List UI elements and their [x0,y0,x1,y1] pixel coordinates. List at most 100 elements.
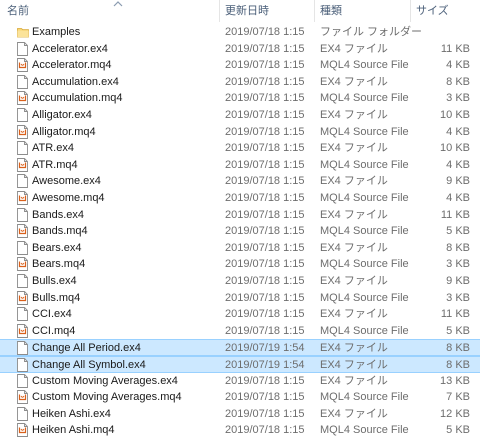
sort-ascending-icon [113,1,123,7]
file-name: Awesome.ex4 [32,175,101,188]
file-row[interactable]: Bands.mq4 2019/07/18 1:15 MQL4 Source File… [0,223,480,240]
file-type: EX4 ファイル [320,175,388,188]
file-modified: 2019/07/18 1:15 [225,407,305,420]
mq4-file-icon [17,323,28,338]
file-size: 11 KB [440,208,470,221]
file-row[interactable]: Alligator.ex4 2019/07/18 1:15 EX4 ファイル 10 K… [0,107,480,124]
file-icon [17,74,28,89]
file-type: MQL4 Source File [320,291,409,304]
file-size: 13 KB [440,374,470,387]
mq4-file-icon [17,224,28,239]
file-name: Bands.mq4 [32,225,88,238]
mq4-file-icon [17,157,28,172]
file-row[interactable]: Accelerator.ex4 2019/07/18 1:15 EX4 ファイル 11… [0,41,480,58]
file-type: EX4 ファイル [320,42,388,55]
file-modified: 2019/07/18 1:15 [225,175,305,188]
file-name: Heiken Ashi.mq4 [32,424,115,437]
file-modified: 2019/07/19 1:54 [225,359,305,371]
file-row[interactable]: Bulls.mq4 2019/07/18 1:15 MQL4 Source File… [0,290,480,307]
file-row[interactable]: Bulls.ex4 2019/07/18 1:15 EX4 ファイル 9 KB [0,273,480,290]
file-type: MQL4 Source File [320,391,409,404]
file-row[interactable]: Alligator.mq4 2019/07/18 1:15 MQL4 Source … [0,124,480,141]
file-size: 11 KB [440,308,470,321]
file-row[interactable]: Heiken Ashi.mq4 2019/07/18 1:15 MQL4 Sourc… [0,422,480,439]
column-divider[interactable] [410,0,411,22]
file-row[interactable]: Heiken Ashi.ex4 2019/07/18 1:15 EX4 ファイル 12… [0,406,480,423]
file-row[interactable]: Bears.ex4 2019/07/18 1:15 EX4 ファイル 8 KB [0,240,480,257]
file-row[interactable]: Custom Moving Averages.mq4 2019/07/18 1:1… [0,389,480,406]
column-header: 名前 更新日時 種類 サイズ [0,0,480,22]
file-type: MQL4 Source File [320,424,409,437]
file-size: 4 KB [446,125,470,138]
file-row[interactable]: Bands.ex4 2019/07/18 1:15 EX4 ファイル 11 KB [0,207,480,224]
file-row[interactable]: CCI.mq4 2019/07/18 1:15 MQL4 Source File 5 … [0,323,480,340]
file-type: EX4 ファイル [320,308,388,321]
file-modified: 2019/07/18 1:15 [225,225,305,238]
file-row[interactable]: Accumulation.ex4 2019/07/18 1:15 EX4 ファイル 8… [0,74,480,91]
file-size: 10 KB [440,142,470,155]
file-size: 10 KB [440,109,470,121]
file-row[interactable]: Awesome.ex4 2019/07/18 1:15 EX4 ファイル 9 KB [0,173,480,190]
column-header-type[interactable]: 種類 [320,0,342,22]
file-row[interactable]: CCI.ex4 2019/07/18 1:15 EX4 ファイル 11 KB [0,306,480,323]
file-type: EX4 ファイル [320,109,388,121]
file-icon [17,141,28,156]
file-row[interactable]: Custom Moving Averages.ex4 2019/07/18 1:1… [0,373,480,390]
file-row[interactable]: Accumulation.mq4 2019/07/18 1:15 MQL4 Sour… [0,90,480,107]
folder-row[interactable]: Examples 2019/07/18 1:15 ファイル フォルダー [0,24,480,41]
column-header-name[interactable]: 名前 [7,0,29,22]
column-divider[interactable] [314,0,315,22]
column-header-modified[interactable]: 更新日時 [225,0,269,22]
file-type: MQL4 Source File [320,125,409,138]
file-modified: 2019/07/18 1:15 [225,208,305,221]
file-type: MQL4 Source File [320,225,409,238]
file-type: EX4 ファイル [320,142,388,155]
file-icon [17,307,28,322]
file-icon [17,274,28,288]
file-type: MQL4 Source File [320,258,409,271]
file-name: Awesome.mq4 [32,192,105,204]
file-name: Accelerator.ex4 [32,42,108,55]
column-divider[interactable] [219,0,220,22]
file-type: EX4 ファイル [320,342,388,355]
file-size: 8 KB [446,359,470,371]
file-size: 3 KB [446,258,470,271]
file-modified: 2019/07/18 1:15 [225,125,305,138]
file-row[interactable]: Change All Symbol.ex4 2019/07/19 1:54 EX4 … [0,356,480,373]
file-modified: 2019/07/18 1:15 [225,275,305,287]
file-row[interactable]: Awesome.mq4 2019/07/18 1:15 MQL4 Source Fi… [0,190,480,207]
file-name: Accelerator.mq4 [32,59,112,72]
file-row[interactable]: Accelerator.mq4 2019/07/18 1:15 MQL4 Sourc… [0,57,480,74]
file-size: 5 KB [446,324,470,337]
file-icon [17,41,28,56]
file-size: 8 KB [446,75,470,88]
file-icon [17,358,28,372]
file-modified: 2019/07/18 1:15 [225,192,305,204]
file-icon [17,406,28,421]
file-modified: 2019/07/18 1:15 [225,241,305,254]
file-modified: 2019/07/18 1:15 [225,142,305,155]
column-header-size[interactable]: サイズ [416,0,449,22]
file-size: 3 KB [446,291,470,304]
file-name: Bulls.mq4 [32,291,81,304]
file-size: 4 KB [446,192,470,204]
mq4-file-icon [17,91,28,106]
file-row[interactable]: ATR.mq4 2019/07/18 1:15 MQL4 Source File 4 … [0,157,480,174]
file-type: EX4 ファイル [320,208,388,221]
file-modified: 2019/07/18 1:15 [225,374,305,387]
file-icon [17,373,28,388]
file-icon [17,174,28,189]
mq4-file-icon [17,390,28,405]
file-name: Accumulation.mq4 [32,92,123,105]
file-name: Bears.mq4 [32,258,86,271]
file-modified: 2019/07/18 1:15 [225,291,305,304]
file-row[interactable]: Bears.mq4 2019/07/18 1:15 MQL4 Source File… [0,256,480,273]
file-modified: 2019/07/18 1:15 [225,42,305,55]
file-type: MQL4 Source File [320,158,409,171]
file-modified: 2019/07/18 1:15 [225,391,305,404]
file-name: Examples [32,26,81,38]
file-row[interactable]: ATR.ex4 2019/07/18 1:15 EX4 ファイル 10 KB [0,140,480,157]
file-size: 11 KB [440,42,470,55]
mq4-file-icon [17,423,28,438]
file-row[interactable]: Change All Period.ex4 2019/07/19 1:54 EX4 … [0,339,480,356]
